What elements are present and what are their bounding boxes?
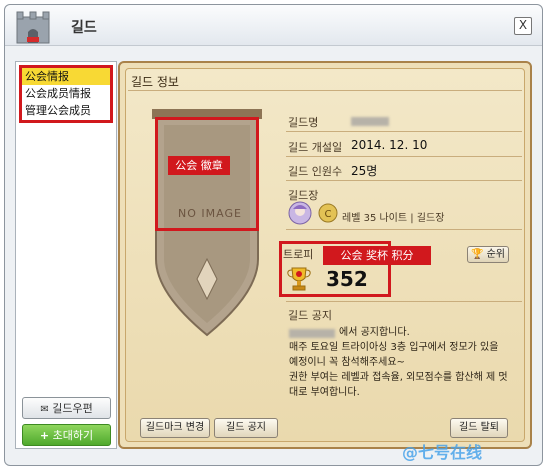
guild-info-panel: 길드 정보 NO IMAGE 公会 徽章 길드명 길드 개설일 2014. 12…: [118, 61, 532, 449]
notice-line: 예정이니 꼭 참석해주세요~: [289, 357, 405, 368]
guild-name-redacted: [351, 117, 389, 126]
watermark-text: 七号在线: [418, 443, 483, 462]
founded-value: 2014. 12. 10: [351, 138, 428, 152]
notice-button[interactable]: 길드 공지: [214, 418, 278, 438]
level-badge-icon: C: [318, 203, 338, 223]
sidebar-item-member-info[interactable]: 公会成员情报: [22, 85, 110, 102]
guild-mail-button[interactable]: ✉ 길드우편: [22, 397, 111, 419]
window-title: 길드: [71, 20, 97, 36]
divider: [128, 90, 522, 91]
trophy-score: 352: [326, 267, 368, 291]
notice-line: 에서 공지합니다.: [339, 327, 410, 338]
trophy-tag: 公会 奖杯 积分: [323, 246, 431, 265]
guild-name-label: 길드명: [288, 116, 319, 129]
sidebar-menu: 公会情报 公会成员情报 管理公会成员: [19, 65, 113, 123]
notice-label: 길드 공지: [288, 309, 332, 322]
avatar: [288, 201, 312, 225]
leave-guild-button[interactable]: 길드 탈퇴: [450, 418, 508, 438]
watermark-icon: @: [402, 443, 418, 462]
close-button[interactable]: X: [514, 17, 532, 35]
emblem-tag: 公会 徽章: [168, 156, 230, 175]
notice-text: 에서 공지합니다. 매주 토요일 트라이아싱 3층 입구에서 정모가 있을 예정…: [289, 325, 529, 400]
divider: [286, 156, 522, 157]
notice-line: 매주 토요일 트라이아싱 3층 입구에서 정모가 있을: [289, 342, 499, 353]
notice-line: 권한 부여는 레벨과 접속율, 외모점수를 합산해 제 멋: [289, 372, 508, 383]
plus-icon: +: [39, 429, 50, 442]
founded-label: 길드 개설일: [288, 141, 343, 154]
svg-text:C: C: [325, 209, 332, 220]
members-label: 길드 인원수: [288, 165, 343, 178]
panel-title: 길드 정보: [131, 75, 179, 89]
guild-window: 길드 X 公会情报 公会成员情报 管理公会成员 ✉ 길드우편 + 초대하기 길드…: [4, 4, 543, 466]
title-bar: 길드 X: [5, 5, 542, 46]
trophy-icon: [287, 267, 311, 291]
master-info: 레벨 35 나이트 | 길드장: [342, 213, 445, 224]
sidebar: 公会情报 公会成员情报 管理公会成员 ✉ 길드우편 + 초대하기: [15, 61, 117, 449]
trophy-small-icon: 🏆: [470, 249, 484, 260]
divider: [286, 131, 522, 132]
sidebar-item-guild-info[interactable]: 公会情报: [22, 68, 110, 85]
envelope-icon: ✉: [40, 404, 49, 415]
members-value: 25명: [351, 164, 378, 178]
invite-button[interactable]: + 초대하기: [22, 424, 111, 446]
divider: [286, 180, 522, 181]
sidebar-item-manage-members[interactable]: 管理公会成员: [22, 102, 110, 119]
rank-button[interactable]: 🏆 순위: [467, 246, 509, 263]
watermark: @七号在线: [402, 439, 482, 463]
notice-line: 대로 부여합니다.: [289, 387, 360, 398]
emblem-change-button[interactable]: 길드마크 변경: [140, 418, 210, 438]
divider: [286, 301, 522, 302]
guild-mail-label: 길드우편: [52, 402, 93, 415]
castle-icon: [16, 11, 50, 44]
divider: [286, 229, 522, 230]
invite-label: 초대하기: [52, 429, 94, 442]
rank-button-label: 순위: [486, 249, 506, 260]
